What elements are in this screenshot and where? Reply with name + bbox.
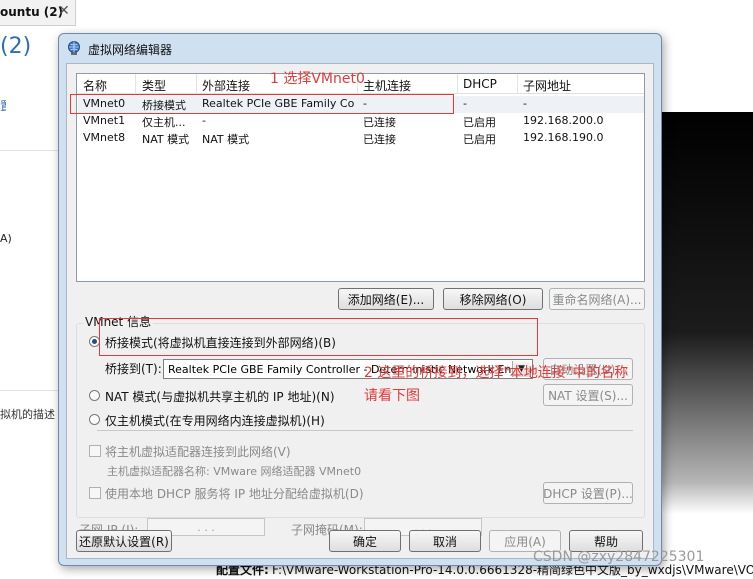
adapter-name-text: 主机虚拟适配器名称: VMware 网络适配器 VMnet0	[107, 465, 362, 478]
background-link[interactable]: 置	[0, 97, 6, 111]
host-only-label[interactable]: 仅主机模式(在专用网络内连接虚拟机)(H)	[105, 412, 325, 429]
use-dhcp-label[interactable]: 使用本地 DHCP 服务将 IP 地址分配给虚拟机(D)	[105, 485, 364, 502]
cell-host: 已连接	[363, 133, 396, 146]
cell-dhcp: -	[463, 97, 467, 110]
watermark: CSDN @zxy2847225301	[533, 549, 705, 565]
ok-button[interactable]: 确定	[329, 530, 401, 552]
nat-mode-radio[interactable]	[89, 390, 100, 401]
background-text: A)	[0, 232, 12, 245]
host-only-radio[interactable]	[89, 414, 100, 425]
cell-name: VMnet8	[83, 131, 126, 144]
rename-network-button[interactable]: 重命名网络(A)...	[549, 288, 645, 310]
cell-subnet: 192.168.190.0	[523, 131, 604, 144]
nat-mode-label[interactable]: NAT 模式(与虚拟机共享主机的 IP 地址)(N)	[105, 388, 335, 405]
cell-dhcp: 已启用	[463, 116, 496, 129]
cell-external: NAT 模式	[202, 133, 250, 146]
bridge-to-label: 桥接到(T):	[105, 362, 162, 376]
cell-external: -	[202, 114, 206, 127]
use-dhcp-checkbox[interactable]	[89, 487, 101, 499]
connect-adapter-checkbox[interactable]	[89, 445, 101, 457]
browser-tab[interactable]: ountu (2) ✕	[0, 0, 76, 26]
add-network-button[interactable]: 添加网络(E)...	[338, 288, 434, 310]
column-separator	[196, 74, 197, 94]
column-header-type[interactable]: 类型	[142, 77, 166, 94]
annotation-step2: 2 这里的桥接到，选择"本地连接"中的名称	[364, 365, 629, 381]
background-description: 拟机的描述	[0, 408, 55, 421]
column-header-name[interactable]: 名称	[83, 77, 107, 94]
cell-subnet: -	[523, 97, 527, 110]
close-icon[interactable]: ✕	[58, 3, 70, 19]
dhcp-settings-button[interactable]: DHCP 设置(P)...	[543, 482, 633, 504]
table-row-vmnet1[interactable]: VMnet1 仅主机... - 已连接 已启用 192.168.200.0	[78, 113, 644, 130]
column-header-dhcp[interactable]: DHCP	[463, 77, 497, 91]
vm-preview	[662, 112, 753, 514]
column-separator	[135, 74, 136, 94]
table-row-vmnet8[interactable]: VMnet8 NAT 模式 NAT 模式 已连接 已启用 192.168.190…	[78, 130, 644, 147]
divider	[0, 150, 60, 151]
cell-type: NAT 模式	[142, 133, 190, 146]
network-globe-icon	[68, 41, 80, 55]
annotation-highlight-bridge-to	[99, 318, 538, 356]
nat-settings-button[interactable]: NAT 设置(S)...	[543, 384, 633, 406]
dialog-client: 名称 类型 外部连接 主机连接 DHCP 子网地址 VMnet0 桥接模式 Re…	[66, 63, 654, 559]
remove-network-button[interactable]: 移除网络(O)	[443, 288, 543, 310]
cell-host: 已连接	[363, 116, 396, 129]
connect-adapter-label[interactable]: 将主机虚拟适配器连接到此网络(V)	[105, 443, 291, 460]
tab-title: ountu (2)	[0, 5, 64, 19]
column-separator	[517, 74, 518, 94]
restore-defaults-button[interactable]: 还原默认设置(R)	[76, 530, 172, 552]
annotation-step1: 1 选择VMnet0	[270, 71, 365, 87]
dialog-titlebar[interactable]: 虚拟网络编辑器	[59, 34, 661, 62]
column-header-external[interactable]: 外部连接	[202, 77, 250, 94]
cell-type: 仅主机...	[142, 116, 186, 129]
cell-dhcp: 已启用	[463, 133, 496, 146]
cancel-button[interactable]: 取消	[409, 530, 481, 552]
divider	[0, 390, 60, 391]
column-header-host[interactable]: 主机连接	[363, 77, 411, 94]
background-header: (2)	[0, 34, 32, 59]
dialog-title: 虚拟网络编辑器	[88, 43, 173, 57]
annotation-highlight-vmnet0	[70, 94, 454, 114]
column-header-subnet[interactable]: 子网地址	[523, 77, 571, 94]
cell-subnet: 192.168.200.0	[523, 114, 604, 127]
column-separator	[457, 74, 458, 94]
cell-name: VMnet1	[83, 114, 126, 127]
separator-line	[97, 430, 633, 431]
annotation-step2-note: 请看下图	[364, 388, 420, 404]
